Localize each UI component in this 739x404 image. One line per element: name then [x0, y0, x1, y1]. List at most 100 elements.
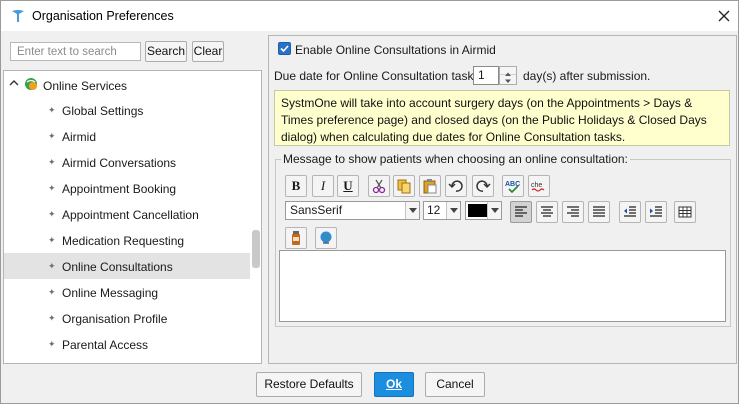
- tree-item-medication-requesting[interactable]: ✦ Medication Requesting: [4, 227, 250, 253]
- align-center-button[interactable]: [536, 201, 558, 223]
- bullet-icon: ✦: [48, 235, 56, 245]
- cancel-button[interactable]: Cancel: [425, 372, 485, 397]
- tree-item-airmid-conversations[interactable]: ✦ Airmid Conversations: [4, 149, 250, 175]
- chevron-down-icon: [450, 208, 458, 213]
- tree-item-label: Airmid: [62, 130, 97, 144]
- align-left-button[interactable]: [510, 201, 532, 223]
- chevron-up-icon[interactable]: [9, 78, 19, 88]
- tree-item-organisation-profile[interactable]: ✦ Organisation Profile: [4, 305, 250, 331]
- ok-button-label: Ok: [385, 377, 402, 391]
- text-color-dropdown[interactable]: [487, 202, 501, 219]
- tree-item-label: Online Messaging: [62, 286, 159, 300]
- font-size-select[interactable]: 12: [423, 201, 461, 220]
- decrease-indent-button[interactable]: [619, 201, 641, 223]
- undo-button[interactable]: [445, 175, 467, 197]
- copy-button[interactable]: [393, 175, 415, 197]
- app-logo-icon: [12, 10, 24, 22]
- justify-icon: [593, 206, 605, 217]
- bullet-icon: ✦: [48, 339, 56, 349]
- paste-icon: [423, 179, 437, 194]
- underline-icon: U: [343, 178, 353, 193]
- undo-icon: [448, 180, 463, 192]
- svg-text:che: che: [531, 182, 542, 189]
- preferences-window: Organisation Preferences Search Clear On…: [0, 0, 739, 404]
- cut-icon: [372, 179, 386, 194]
- cut-button[interactable]: [368, 175, 390, 197]
- insert-table-button[interactable]: [674, 201, 696, 223]
- search-input[interactable]: [10, 42, 141, 61]
- due-date-suffix: day(s) after submission.: [523, 69, 651, 83]
- align-center-icon: [541, 206, 553, 217]
- enable-checkbox-label: Enable Online Consultations in Airmid: [295, 43, 496, 57]
- medication-bottle-icon: [292, 231, 300, 245]
- outdent-icon: [624, 206, 636, 217]
- font-family-value: SansSerif: [290, 203, 343, 217]
- checkmark-icon: [280, 45, 289, 53]
- spellcheck-icon: ABC: [505, 181, 520, 194]
- close-icon[interactable]: [714, 6, 734, 26]
- tree-item-label: Online Consultations: [62, 260, 173, 274]
- tree-item-online-consultations[interactable]: ✦ Online Consultations: [4, 253, 250, 279]
- preferences-tree[interactable]: Online Services ✦ Global Settings ✦ Airm…: [3, 70, 262, 364]
- italic-button[interactable]: I: [312, 175, 334, 197]
- font-size-dropdown[interactable]: [446, 202, 460, 219]
- tree-item-label: Appointment Booking: [62, 182, 177, 196]
- insert-link-button[interactable]: [315, 227, 337, 249]
- font-size-value: 12: [427, 203, 441, 217]
- tree-item-label: Organisation Profile: [62, 312, 168, 326]
- bold-icon: B: [291, 178, 301, 193]
- bullet-icon: ✦: [48, 157, 56, 167]
- bold-button[interactable]: B: [285, 175, 307, 197]
- stepper-down-button[interactable]: [500, 75, 516, 83]
- text-color-select[interactable]: [465, 201, 502, 220]
- due-days-field[interactable]: 1: [473, 66, 499, 85]
- clear-button[interactable]: Clear: [192, 41, 224, 62]
- message-group-legend: Message to show patients when choosing a…: [281, 152, 630, 166]
- insert-medication-button[interactable]: [285, 227, 307, 249]
- message-editor[interactable]: [279, 250, 726, 322]
- bullet-icon: ✦: [48, 131, 56, 141]
- redo-icon: [476, 180, 491, 192]
- tree-item-label: Parental Access: [62, 338, 149, 352]
- align-right-icon: [567, 206, 579, 217]
- underline-button[interactable]: U: [337, 175, 359, 197]
- stepper-up-button[interactable]: [500, 67, 516, 76]
- tree-node-online-services[interactable]: Online Services: [4, 71, 261, 97]
- justify-button[interactable]: [588, 201, 610, 223]
- indent-icon: [650, 206, 662, 217]
- cancel-button-label: Cancel: [436, 377, 474, 391]
- tree-item-global-settings[interactable]: ✦ Global Settings: [4, 97, 250, 123]
- clear-button-label: Clear: [193, 44, 223, 58]
- due-days-stepper[interactable]: [499, 66, 517, 85]
- italic-icon: I: [320, 178, 326, 193]
- ok-button[interactable]: Ok: [374, 372, 414, 397]
- font-family-dropdown[interactable]: [405, 202, 419, 219]
- tree-item-online-messaging[interactable]: ✦ Online Messaging: [4, 279, 250, 305]
- bullet-icon: ✦: [48, 183, 56, 193]
- spellcheck-button[interactable]: ABC: [502, 175, 524, 197]
- restore-defaults-button[interactable]: Restore Defaults: [256, 372, 362, 397]
- enable-checkbox[interactable]: [278, 42, 291, 55]
- redo-button[interactable]: [472, 175, 494, 197]
- text-color-swatch: [468, 204, 487, 217]
- align-right-button[interactable]: [562, 201, 584, 223]
- tree-item-appointment-booking[interactable]: ✦ Appointment Booking: [4, 175, 250, 201]
- tree-item-label: Global Settings: [62, 104, 144, 118]
- increase-indent-button[interactable]: [645, 201, 667, 223]
- search-button[interactable]: Search: [145, 41, 187, 62]
- caret-down-icon: [505, 79, 511, 83]
- globe-link-icon: [320, 231, 332, 244]
- tree-item-airmid[interactable]: ✦ Airmid: [4, 123, 250, 149]
- tree-scrollbar-thumb[interactable]: [252, 230, 260, 268]
- tree-item-parental-access[interactable]: ✦ Parental Access: [4, 331, 250, 357]
- tree-item-appointment-cancellation[interactable]: ✦ Appointment Cancellation: [4, 201, 250, 227]
- tree-item-label: Appointment Cancellation: [62, 208, 199, 222]
- font-family-select[interactable]: SansSerif: [285, 201, 420, 220]
- paste-button[interactable]: [419, 175, 441, 197]
- tree-item-label: Medication Requesting: [62, 234, 185, 248]
- bullet-icon: ✦: [48, 313, 56, 323]
- spelling-options-button[interactable]: che: [528, 175, 550, 197]
- online-services-icon: [25, 78, 37, 90]
- tree-scrollbar[interactable]: [250, 71, 261, 363]
- chevron-down-icon: [409, 208, 417, 213]
